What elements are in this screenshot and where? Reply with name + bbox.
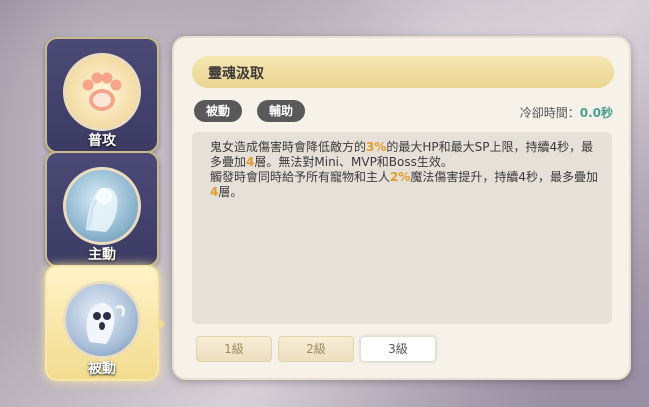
ghost-girl-icon (63, 167, 141, 245)
tag-support: 輔助 (257, 100, 306, 122)
desc-text: 層。無法對Mini、MVP和Boss生效。 (254, 155, 453, 169)
tab-passive-skill[interactable]: 被動 (45, 265, 165, 381)
skill-description: 鬼女造成傷害時會降低敵方的3%的最大HP和最大SP上限，持續4秒，最多疊加4層。… (210, 140, 600, 200)
desc-highlight: 3% (366, 140, 387, 154)
tab-label: 普攻 (88, 133, 116, 149)
cooldown: 冷卻時間：0.0秒 (520, 104, 613, 121)
tab-label: 被動 (88, 361, 116, 377)
tag-passive: 被動 (194, 100, 243, 122)
desc-text: 鬼女造成傷害時會降低敵方的 (210, 140, 367, 154)
paw-icon (63, 53, 141, 131)
tab-normal-attack[interactable]: 普攻 (45, 37, 159, 153)
desc-text: 層。 (218, 185, 243, 199)
level-3-button[interactable]: 3級 (360, 336, 436, 362)
description-box: 鬼女造成傷害時會降低敵方的3%的最大HP和最大SP上限，持續4秒，最多疊加4層。… (192, 132, 612, 324)
cooldown-value: 0.0秒 (579, 106, 613, 120)
cooldown-label: 冷卻時間： (519, 106, 580, 120)
skill-title-bar: 靈魂汲取 (192, 56, 614, 88)
level-1-button[interactable]: 1級 (196, 336, 272, 362)
selection-pointer (158, 317, 165, 331)
skill-title: 靈魂汲取 (208, 66, 264, 82)
skill-detail-panel: 靈魂汲取 被動 輔助 冷卻時間：0.0秒 鬼女造成傷害時會降低敵方的3%的最大H… (172, 36, 631, 380)
level-2-button[interactable]: 2級 (278, 336, 354, 362)
desc-text: 觸發時會同時給予所有寵物和主人 (210, 170, 391, 184)
tab-label: 主動 (88, 247, 116, 263)
tab-active-skill[interactable]: 主動 (45, 151, 159, 267)
desc-text: 魔法傷害提升，持續4秒，最多疊加 (410, 170, 599, 184)
desc-highlight: 2% (390, 170, 411, 184)
ghost-skull-icon (63, 281, 141, 359)
